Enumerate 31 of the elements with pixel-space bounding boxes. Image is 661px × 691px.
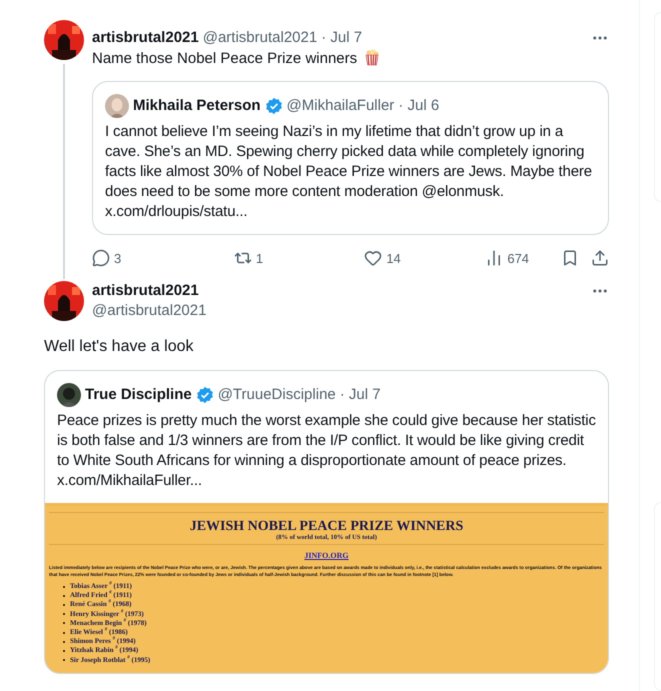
quoted-author-handle[interactable]: @TruueDiscipline — [218, 385, 336, 405]
author-handle[interactable]: @artisbrutal2021 — [202, 28, 318, 48]
quoted-post-date: · Jul 7 — [340, 385, 381, 405]
document-link[interactable]: JINFO.ORG — [304, 551, 349, 560]
quoted-author-name[interactable]: Mikhaila Peterson — [133, 96, 261, 116]
avatar[interactable] — [44, 281, 84, 321]
post-text: Name those Nobel Peace Prize winners — [92, 48, 609, 69]
author-name[interactable]: artisbrutal2021 — [92, 28, 199, 48]
author-name[interactable]: artisbrutal2021 — [92, 281, 199, 301]
post-date: · Jul 7 — [321, 28, 362, 48]
quoted-post-text: Peace prizes is pretty much the worst example she could give because her statistic is both false and 1/3 winners are from the I/P conflict. It would be like giving credit to White South Africans for winning a disproportionate amount of peace prizes. x.com/MikhailaFuller... — [57, 411, 596, 491]
quoted-post-card[interactable] — [44, 370, 609, 674]
avatar[interactable] — [57, 383, 81, 407]
views-button[interactable]: 674 — [485, 249, 561, 267]
heart-icon — [364, 249, 382, 267]
quoted-post-date: · Jul 6 — [398, 96, 440, 116]
quoted-author-name[interactable]: True Discipline — [85, 385, 192, 405]
repost-button[interactable]: 1 — [234, 249, 364, 267]
avatar[interactable] — [44, 20, 84, 60]
quoted-author-handle[interactable]: @MikhailaFuller — [286, 96, 394, 116]
quoted-post-text: I cannot believe I’m seeing Nazi’s in my lifetime that didn’t grow up in a cave. She’s an MD. Spewing cherry picked data while completely ignoring facts like almost 30% of Nobel Peace Prize winners are Jews. Maybe there does need to be some more content moderation @elonmusk. x.com/drloupis/statu... — [105, 122, 593, 222]
bookmark-icon[interactable] — [561, 249, 579, 267]
popcorn-icon — [363, 48, 382, 66]
reply-icon — [92, 249, 110, 267]
reply-button[interactable]: 3 — [92, 249, 234, 267]
quoted-post-card[interactable] — [92, 81, 609, 235]
like-button[interactable]: 14 — [364, 249, 486, 267]
author-handle[interactable]: @artisbrutal2021 — [92, 301, 206, 321]
document-title: JEWISH NOBEL PEACE PRIZE WINNERS — [188, 519, 464, 534]
share-icon[interactable] — [591, 249, 609, 267]
post-text: Well let's have a look — [44, 337, 194, 357]
